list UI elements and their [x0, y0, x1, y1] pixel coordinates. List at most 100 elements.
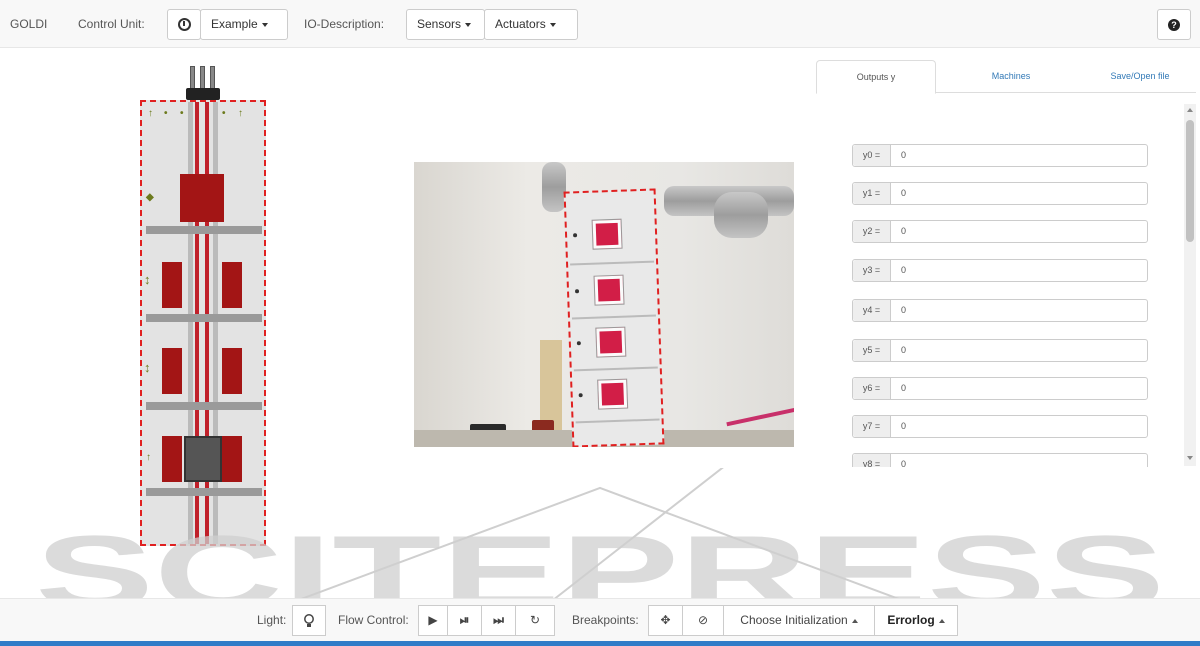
output-field-y5[interactable]: y5 = 0 — [852, 339, 1148, 362]
control-unit-label: Control Unit: — [78, 17, 145, 31]
tab-outputs-y[interactable]: Outputs y — [816, 60, 936, 94]
cabin-indicator-icon: ◆ — [146, 192, 154, 203]
photo-pipe — [542, 162, 566, 212]
example-dropdown[interactable]: Example — [200, 9, 288, 40]
clock-icon: ⊘ — [697, 613, 709, 627]
up-down-arrow-icon: ↕ — [144, 360, 151, 375]
question-circle-icon: ? — [1168, 18, 1180, 31]
outputs-scrollbar[interactable] — [1184, 104, 1196, 466]
scrollbar-thumb[interactable] — [1186, 120, 1194, 242]
chevron-down-icon — [261, 22, 268, 27]
elevator-car — [184, 436, 222, 482]
photo-dot — [573, 233, 578, 238]
step-button[interactable]: ⏯ — [447, 605, 482, 636]
photo-panel — [598, 379, 628, 409]
floor-door-left — [162, 262, 182, 308]
elevator-motor — [186, 66, 220, 102]
output-field-y2[interactable]: y2 = 0 — [852, 220, 1148, 243]
chevron-up-icon — [851, 618, 858, 623]
output-value[interactable]: 0 — [901, 260, 906, 281]
brand-goldi[interactable]: GOLDI — [10, 0, 47, 48]
reset-button[interactable]: ↻ — [515, 605, 555, 636]
bottom-toolbar: Light: Flow Control: ▶ ⏯ ⏭ ↻ Breakpoints… — [0, 598, 1200, 641]
indicator-dot-icon: • — [164, 108, 168, 119]
output-field-y3[interactable]: y3 = 0 — [852, 259, 1148, 282]
output-value[interactable]: 0 — [901, 340, 906, 361]
floor-door-left — [162, 436, 182, 482]
scroll-up-arrow-icon[interactable] — [1187, 108, 1193, 112]
output-field-y4[interactable]: y4 = 0 — [852, 299, 1148, 322]
output-label: y8 = — [853, 454, 891, 467]
output-label: y7 = — [853, 416, 891, 437]
floor-separator — [146, 226, 262, 234]
output-field-y8[interactable]: y8 = 0 — [852, 453, 1148, 467]
output-value[interactable]: 0 — [901, 416, 906, 437]
crosshair-icon: ✥ — [660, 613, 671, 627]
floor-separator — [146, 314, 262, 322]
indicator-up-icon: ↑ — [148, 108, 153, 119]
breakpoints-label: Breakpoints: — [572, 613, 639, 627]
motor-rod — [210, 66, 215, 90]
help-button[interactable]: ? — [1157, 9, 1191, 40]
errorlog-dropdown[interactable]: Errorlog — [874, 605, 958, 636]
light-toggle-button[interactable] — [292, 605, 326, 636]
elevator-model[interactable]: ↑ • • • ↑ ◆ ↕ ↕ ↑ — [140, 100, 266, 546]
control-unit-info-button[interactable] — [167, 9, 201, 40]
indicator-up-icon: ↑ — [238, 108, 243, 119]
motor-rod — [200, 66, 205, 90]
output-field-y0[interactable]: y0 = 0 — [852, 144, 1148, 167]
actuators-dropdown[interactable]: Actuators — [484, 9, 578, 40]
up-down-arrow-icon: ↕ — [144, 272, 151, 287]
sensors-dropdown[interactable]: Sensors — [406, 9, 485, 40]
output-value[interactable]: 0 — [901, 300, 906, 321]
light-label: Light: — [257, 613, 287, 627]
tab-machines[interactable]: Machines — [951, 60, 1071, 93]
photo-separator — [573, 366, 658, 372]
photo-dot — [574, 289, 580, 294]
output-label: y3 = — [853, 260, 891, 281]
breakpoint-move-button[interactable]: ✥ — [648, 605, 683, 636]
errorlog-label: Errorlog — [887, 613, 935, 627]
floor-door-right — [222, 348, 242, 394]
output-field-y1[interactable]: y1 = 0 — [852, 182, 1148, 205]
elevator-cabin[interactable] — [180, 174, 224, 222]
photo-pipe — [714, 192, 768, 238]
motor-base — [186, 88, 220, 100]
output-value[interactable]: 0 — [901, 454, 906, 467]
output-value[interactable]: 0 — [901, 378, 906, 399]
scroll-down-arrow-icon[interactable] — [1187, 456, 1193, 460]
choose-initialization-dropdown[interactable]: Choose Initialization — [723, 605, 875, 636]
output-label: y5 = — [853, 340, 891, 361]
output-label: y1 = — [853, 183, 891, 204]
top-navbar: GOLDI Control Unit: Example IO-Descripti… — [0, 0, 1200, 48]
output-label: y6 = — [853, 378, 891, 399]
photo-separator — [570, 260, 655, 266]
photo-panel — [594, 275, 624, 305]
tab-save-open-file[interactable]: Save/Open file — [1084, 60, 1196, 93]
indicator-up-icon: ↑ — [146, 452, 151, 463]
reset-icon: ↻ — [529, 613, 541, 627]
watermark-slash-line — [529, 468, 724, 618]
step-icon: ⏯ — [459, 613, 470, 627]
floor-separator — [146, 402, 262, 410]
output-field-y6[interactable]: y6 = 0 — [852, 377, 1148, 400]
floor-door-left — [162, 348, 182, 394]
photo-dot — [576, 341, 581, 346]
photo-separator — [575, 418, 660, 424]
play-button[interactable]: ▶ — [418, 605, 448, 636]
photo-dot — [578, 393, 583, 398]
output-value[interactable]: 0 — [901, 145, 906, 166]
chevron-down-icon — [549, 22, 556, 27]
camera-live-image — [414, 162, 794, 447]
step-end-button[interactable]: ⏭ — [481, 605, 516, 636]
indicator-dot-icon: • — [222, 108, 226, 119]
floor-separator — [146, 488, 262, 496]
breakpoint-clock-button[interactable]: ⊘ — [682, 605, 724, 636]
goldi-app: GOLDI Control Unit: Example IO-Descripti… — [0, 0, 1200, 646]
output-value[interactable]: 0 — [901, 221, 906, 242]
chevron-up-icon — [938, 618, 945, 623]
floor-door-right — [222, 262, 242, 308]
photo-panel — [596, 327, 626, 357]
output-value[interactable]: 0 — [901, 183, 906, 204]
output-field-y7[interactable]: y7 = 0 — [852, 415, 1148, 438]
